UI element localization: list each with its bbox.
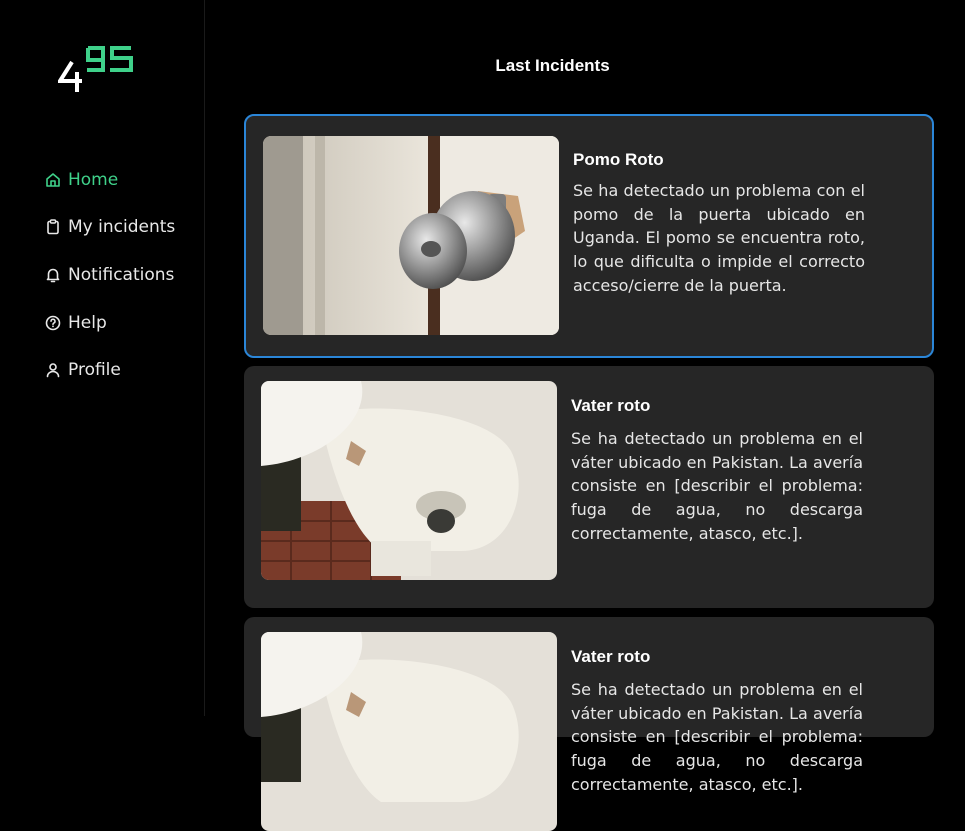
sidebar-item-profile[interactable]: Profile bbox=[44, 346, 175, 394]
sidebar-item-help[interactable]: Help bbox=[44, 299, 175, 347]
sidebar-item-home[interactable]: Home bbox=[44, 156, 175, 204]
sidebar-item-label: Home bbox=[68, 169, 119, 190]
broken-toilet-photo bbox=[261, 632, 557, 831]
sidebar-item-label: Help bbox=[68, 312, 107, 333]
broken-toilet-photo bbox=[261, 381, 557, 580]
incident-description: Se ha detectado un problema con el pomo … bbox=[573, 181, 865, 295]
app-logo[interactable] bbox=[56, 44, 138, 94]
home-icon bbox=[44, 171, 62, 189]
incident-description: Se ha detectado un problema en el váter … bbox=[571, 680, 863, 794]
incident-image bbox=[263, 136, 559, 335]
incident-image bbox=[261, 381, 557, 580]
incident-title: Pomo Roto bbox=[573, 150, 664, 169]
sidebar-item-my-incidents[interactable]: My incidents bbox=[44, 204, 175, 252]
incident-image bbox=[261, 632, 557, 831]
incident-card[interactable]: Vater roto Se ha detectado un problema e… bbox=[244, 617, 934, 831]
user-icon bbox=[44, 361, 62, 379]
main-content: Last Incidents Pomo Roto Se ha detectado… bbox=[206, 0, 965, 831]
sidebar: Home My incidents Notifications Help Pro… bbox=[0, 0, 205, 716]
sidebar-nav: Home My incidents Notifications Help Pro… bbox=[44, 156, 175, 394]
incident-title: Vater roto bbox=[571, 647, 651, 666]
logo-mark bbox=[56, 46, 133, 92]
incident-title: Vater roto bbox=[571, 396, 651, 415]
incident-card[interactable]: Pomo Roto Se ha detectado un problema co… bbox=[244, 114, 934, 358]
bell-icon bbox=[44, 266, 62, 284]
page-title: Last Incidents bbox=[495, 56, 610, 75]
sidebar-item-label: Profile bbox=[68, 360, 121, 381]
incident-description: Se ha detectado un problema en el váter … bbox=[571, 429, 863, 543]
broken-door-knob-photo bbox=[263, 136, 559, 335]
help-circle-icon bbox=[44, 314, 62, 332]
incident-card[interactable]: Vater roto Se ha detectado un problema e… bbox=[244, 366, 934, 608]
clipboard-icon bbox=[44, 218, 62, 236]
sidebar-item-label: Notifications bbox=[68, 264, 175, 285]
sidebar-item-notifications[interactable]: Notifications bbox=[44, 251, 175, 299]
sidebar-item-label: My incidents bbox=[68, 217, 176, 238]
